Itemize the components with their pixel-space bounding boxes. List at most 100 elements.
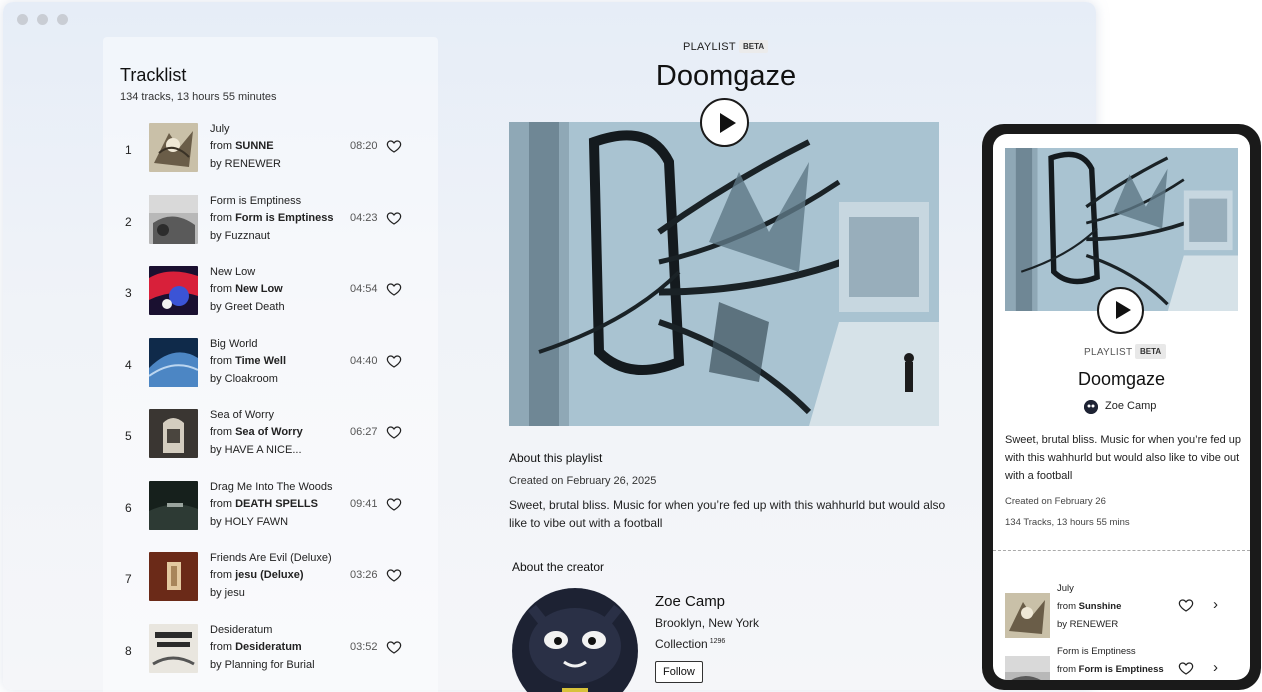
track-duration: 08:20: [350, 140, 378, 152]
track-row[interactable]: 5 Sea of Worry from Sea of Worry by HAVE…: [103, 409, 438, 469]
maximize-dot[interactable]: [57, 14, 68, 25]
play-button[interactable]: [700, 98, 749, 147]
album-link[interactable]: DEATH SPELLS: [235, 498, 318, 510]
mobile-track-row[interactable]: July from Sunshine by RENEWER ›: [1005, 583, 1245, 638]
mobile-creator-name[interactable]: Zoe Camp: [1105, 400, 1156, 412]
album-link[interactable]: Time Well: [235, 355, 286, 367]
track-artist[interactable]: by jesu: [210, 587, 245, 599]
track-title[interactable]: Form is Emptiness: [1057, 646, 1136, 657]
track-number: 2: [125, 215, 132, 229]
track-duration: 04:23: [350, 212, 378, 224]
track-title[interactable]: Big World: [210, 338, 257, 350]
heart-icon[interactable]: [386, 281, 402, 297]
track-title[interactable]: Desideratum: [210, 624, 272, 636]
track-number: 3: [125, 286, 132, 300]
album-art: [149, 481, 198, 530]
track-title[interactable]: Form is Emptiness: [210, 195, 301, 207]
track-artist[interactable]: by Planning for Burial: [210, 659, 315, 671]
album-link[interactable]: Desideratum: [235, 641, 302, 653]
track-title[interactable]: Drag Me Into The Woods: [210, 481, 333, 493]
heart-icon[interactable]: [1178, 660, 1194, 676]
track-artist[interactable]: by HAVE A NICE...: [210, 444, 302, 456]
beta-badge: BETA: [739, 40, 769, 53]
mobile-created: Created on February 26: [1005, 496, 1106, 507]
album-art: [149, 552, 198, 601]
chevron-right-icon[interactable]: ›: [1213, 659, 1218, 676]
playlist-label: PLAYLIST: [683, 41, 736, 53]
heart-icon[interactable]: [386, 567, 402, 583]
track-row[interactable]: 1 July from SUNNE by RENEWER 08:20: [103, 123, 438, 183]
track-album-line: from Desideratum: [210, 641, 302, 653]
track-title[interactable]: Sea of Worry: [210, 409, 274, 421]
album-link[interactable]: Sunshine: [1079, 601, 1122, 612]
track-album-line: from Sunshine: [1057, 601, 1122, 612]
close-dot[interactable]: [17, 14, 28, 25]
album-link[interactable]: Form is Emptiness: [235, 212, 333, 224]
track-title[interactable]: Friends Are Evil (Deluxe): [210, 552, 332, 564]
track-title[interactable]: July: [210, 123, 230, 135]
track-album-line: from Time Well: [210, 355, 287, 367]
track-album-line: from jesu (Deluxe): [210, 569, 304, 581]
track-title[interactable]: July: [1057, 583, 1074, 594]
track-artist[interactable]: by HOLY FAWN: [210, 516, 288, 528]
chevron-right-icon[interactable]: ›: [1213, 596, 1218, 613]
album-art: [149, 195, 198, 244]
minimize-dot[interactable]: [37, 14, 48, 25]
tracklist-panel: Tracklist 134 tracks, 13 hours 55 minute…: [103, 37, 438, 692]
track-artist[interactable]: by RENEWER: [1057, 619, 1118, 630]
creator-collection[interactable]: Collection 1296: [655, 637, 725, 651]
track-album-line: from Form is Emptiness: [1057, 664, 1164, 675]
track-artist[interactable]: by RENEWER: [210, 158, 281, 170]
tracklist-title: Tracklist: [120, 65, 187, 85]
track-duration: 04:54: [350, 283, 378, 295]
playlist-cover: [509, 122, 939, 426]
mobile-play-button[interactable]: [1097, 287, 1144, 334]
track-artist[interactable]: by Cloakroom: [210, 373, 278, 385]
track-album-line: from SUNNE: [210, 140, 274, 152]
created-date: Created on February 26, 2025: [509, 475, 657, 487]
track-number: 5: [125, 429, 132, 443]
album-art: [149, 338, 198, 387]
page-title: Doomgaze: [655, 60, 797, 92]
track-number: 4: [125, 358, 132, 372]
album-art: [1005, 593, 1050, 638]
album-link[interactable]: Sea of Worry: [235, 426, 303, 438]
album-art: [1005, 656, 1050, 680]
track-row[interactable]: 2 Form is Emptiness from Form is Emptine…: [103, 195, 438, 255]
track-album-line: from Form is Emptiness: [210, 212, 334, 224]
heart-icon[interactable]: [386, 496, 402, 512]
mobile-track-row[interactable]: Form is Emptiness from Form is Emptiness…: [1005, 646, 1245, 680]
mobile-track-count: 134 Tracks, 13 hours 55 mins: [1005, 517, 1130, 528]
mobile-device: PLAYLIST BETA Doomgaze Zoe Camp Sweet, b…: [982, 124, 1261, 690]
track-row[interactable]: 7 Friends Are Evil (Deluxe) from jesu (D…: [103, 552, 438, 612]
heart-icon[interactable]: [386, 639, 402, 655]
divider: [993, 550, 1250, 551]
track-row[interactable]: 3 New Low from New Low by Greet Death 04…: [103, 266, 438, 326]
album-link[interactable]: jesu (Deluxe): [235, 569, 303, 581]
mobile-creator-avatar[interactable]: [1084, 400, 1098, 414]
album-link[interactable]: New Low: [235, 283, 283, 295]
track-row[interactable]: 4 Big World from Time Well by Cloakroom …: [103, 338, 438, 398]
creator-name[interactable]: Zoe Camp: [655, 593, 725, 610]
track-album-line: from Sea of Worry: [210, 426, 303, 438]
follow-button[interactable]: Follow: [655, 661, 703, 683]
mobile-beta-badge: BETA: [1135, 344, 1167, 359]
heart-icon[interactable]: [386, 210, 402, 226]
track-artist[interactable]: by Fuzznaut: [210, 230, 270, 242]
album-link[interactable]: SUNNE: [235, 140, 274, 152]
track-number: 1: [125, 143, 132, 157]
heart-icon[interactable]: [386, 353, 402, 369]
heart-icon[interactable]: [1178, 597, 1194, 613]
window-controls: [17, 14, 68, 25]
track-title[interactable]: New Low: [210, 266, 255, 278]
track-artist[interactable]: by Greet Death: [210, 301, 285, 313]
heart-icon[interactable]: [386, 424, 402, 440]
track-row[interactable]: 6 Drag Me Into The Woods from DEATH SPEL…: [103, 481, 438, 541]
track-row[interactable]: 8 Desideratum from Desideratum by Planni…: [103, 624, 438, 684]
track-album-line: from DEATH SPELLS: [210, 498, 318, 510]
mobile-title: Doomgaze: [1077, 369, 1166, 389]
track-duration: 03:26: [350, 569, 378, 581]
mobile-screen: PLAYLIST BETA Doomgaze Zoe Camp Sweet, b…: [993, 134, 1250, 680]
album-link[interactable]: Form is Emptiness: [1079, 664, 1164, 675]
heart-icon[interactable]: [386, 138, 402, 154]
